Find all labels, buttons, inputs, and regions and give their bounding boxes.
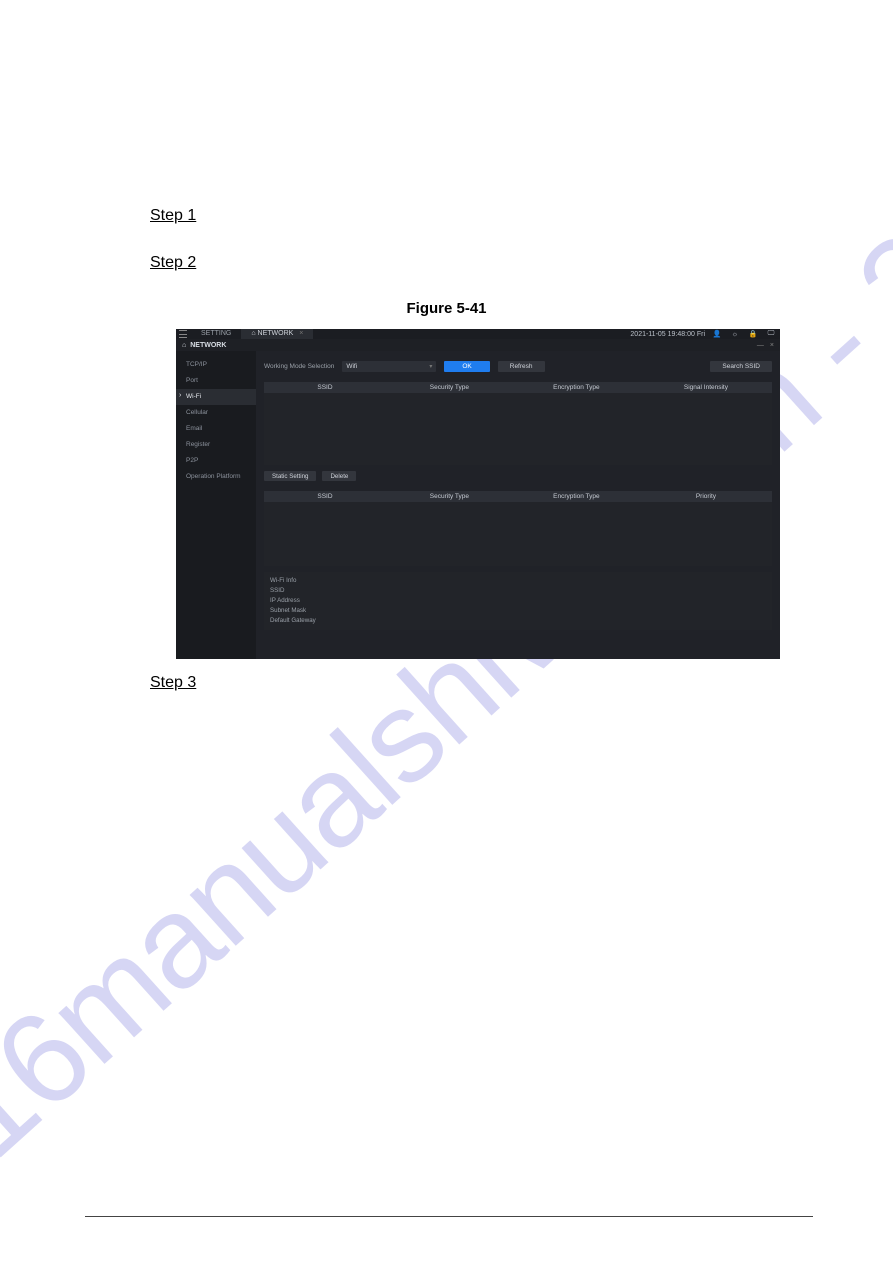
figure-caption: Figure 5-41: [0, 300, 893, 317]
delete-button[interactable]: Delete: [322, 471, 356, 481]
panel-titlebar: ⌂ NETWORK — ×: [176, 339, 780, 351]
secondary-toolbar: Static Setting Delete: [264, 471, 772, 481]
sidebar-item-p2p[interactable]: P2P: [176, 453, 256, 469]
sidebar-item-tcpip[interactable]: TCP/IP: [176, 357, 256, 373]
tab-setting[interactable]: SETTING: [191, 329, 241, 339]
search-ssid-button[interactable]: Search SSID: [710, 361, 772, 372]
tab-network[interactable]: ⌂ NETWORK ×: [241, 329, 313, 339]
chevron-down-icon: ▾: [429, 363, 432, 370]
step-2-heading: Step 2: [150, 254, 196, 272]
mode-label: Working Mode Selection: [264, 363, 334, 370]
info-gateway: Default Gateway: [270, 616, 766, 626]
refresh-button[interactable]: Refresh: [498, 361, 545, 372]
minimize-icon[interactable]: —: [757, 342, 764, 349]
monitor-icon[interactable]: 🖵: [765, 330, 777, 338]
home-icon: ⌂: [182, 342, 186, 349]
tab-network-icon: ⌂: [251, 330, 255, 337]
mode-toolbar: Working Mode Selection Wifi ▾ OK Refresh…: [264, 361, 772, 372]
mode-select[interactable]: Wifi ▾: [342, 361, 436, 372]
col-encryption: Encryption Type: [513, 384, 640, 391]
close-panel-icon[interactable]: ×: [770, 342, 774, 349]
info-ip: IP Address: [270, 596, 766, 606]
info-title: Wi-Fi Info: [270, 576, 766, 586]
main-panel: Working Mode Selection Wifi ▾ OK Refresh…: [256, 351, 780, 659]
sidebar-item-opplatform[interactable]: Operation Platform: [176, 469, 256, 485]
col-signal: Signal Intensity: [640, 384, 772, 391]
menu-icon[interactable]: [179, 329, 187, 339]
ok-button[interactable]: OK: [444, 361, 489, 372]
step-3-heading: Step 3: [150, 674, 196, 692]
mode-select-value: Wifi: [346, 363, 357, 370]
col2-priority: Priority: [640, 493, 772, 500]
brightness-icon[interactable]: ☼: [729, 331, 741, 338]
col2-security: Security Type: [386, 493, 513, 500]
static-setting-button[interactable]: Static Setting: [264, 471, 316, 481]
sidebar-item-cellular[interactable]: Cellular: [176, 405, 256, 421]
sidebar-item-email[interactable]: Email: [176, 421, 256, 437]
info-ssid: SSID: [270, 586, 766, 596]
close-icon[interactable]: ×: [299, 330, 303, 337]
user-icon[interactable]: 👤: [711, 330, 723, 338]
panel-title: NETWORK: [190, 342, 226, 349]
info-subnet: Subnet Mask: [270, 606, 766, 616]
col-ssid: SSID: [264, 384, 386, 391]
sidebar: TCP/IP Port Wi-Fi Cellular Email Registe…: [176, 351, 256, 659]
saved-networks-table: SSID Security Type Encryption Type Prior…: [264, 491, 772, 566]
app-tabbar: SETTING ⌂ NETWORK × 2021-11-05 19:48:00 …: [176, 329, 780, 339]
app-screenshot: SETTING ⌂ NETWORK × 2021-11-05 19:48:00 …: [176, 329, 780, 659]
table-head: SSID Security Type Encryption Type Signa…: [264, 382, 772, 393]
wifi-info-panel: Wi-Fi Info SSID IP Address Subnet Mask D…: [264, 572, 772, 630]
footer-rule: [85, 1216, 813, 1217]
lock-icon[interactable]: 🔒: [747, 330, 759, 338]
col2-encryption: Encryption Type: [513, 493, 640, 500]
timestamp: 2021-11-05 19:48:00 Fri: [630, 331, 705, 338]
step-1-heading: Step 1: [150, 207, 196, 225]
sidebar-item-port[interactable]: Port: [176, 373, 256, 389]
watermark: 216manualshive.com - 23: [0, 156, 893, 1233]
col2-ssid: SSID: [264, 493, 386, 500]
table2-body[interactable]: [264, 502, 772, 566]
col-security: Security Type: [386, 384, 513, 391]
sidebar-item-wifi[interactable]: Wi-Fi: [176, 389, 256, 405]
sidebar-item-register[interactable]: Register: [176, 437, 256, 453]
tabbar-right: 2021-11-05 19:48:00 Fri 👤 ☼ 🔒 🖵: [630, 330, 777, 338]
table2-head: SSID Security Type Encryption Type Prior…: [264, 491, 772, 502]
table-body[interactable]: [264, 393, 772, 465]
tab-network-label: NETWORK: [258, 330, 294, 337]
available-networks-table: SSID Security Type Encryption Type Signa…: [264, 382, 772, 465]
